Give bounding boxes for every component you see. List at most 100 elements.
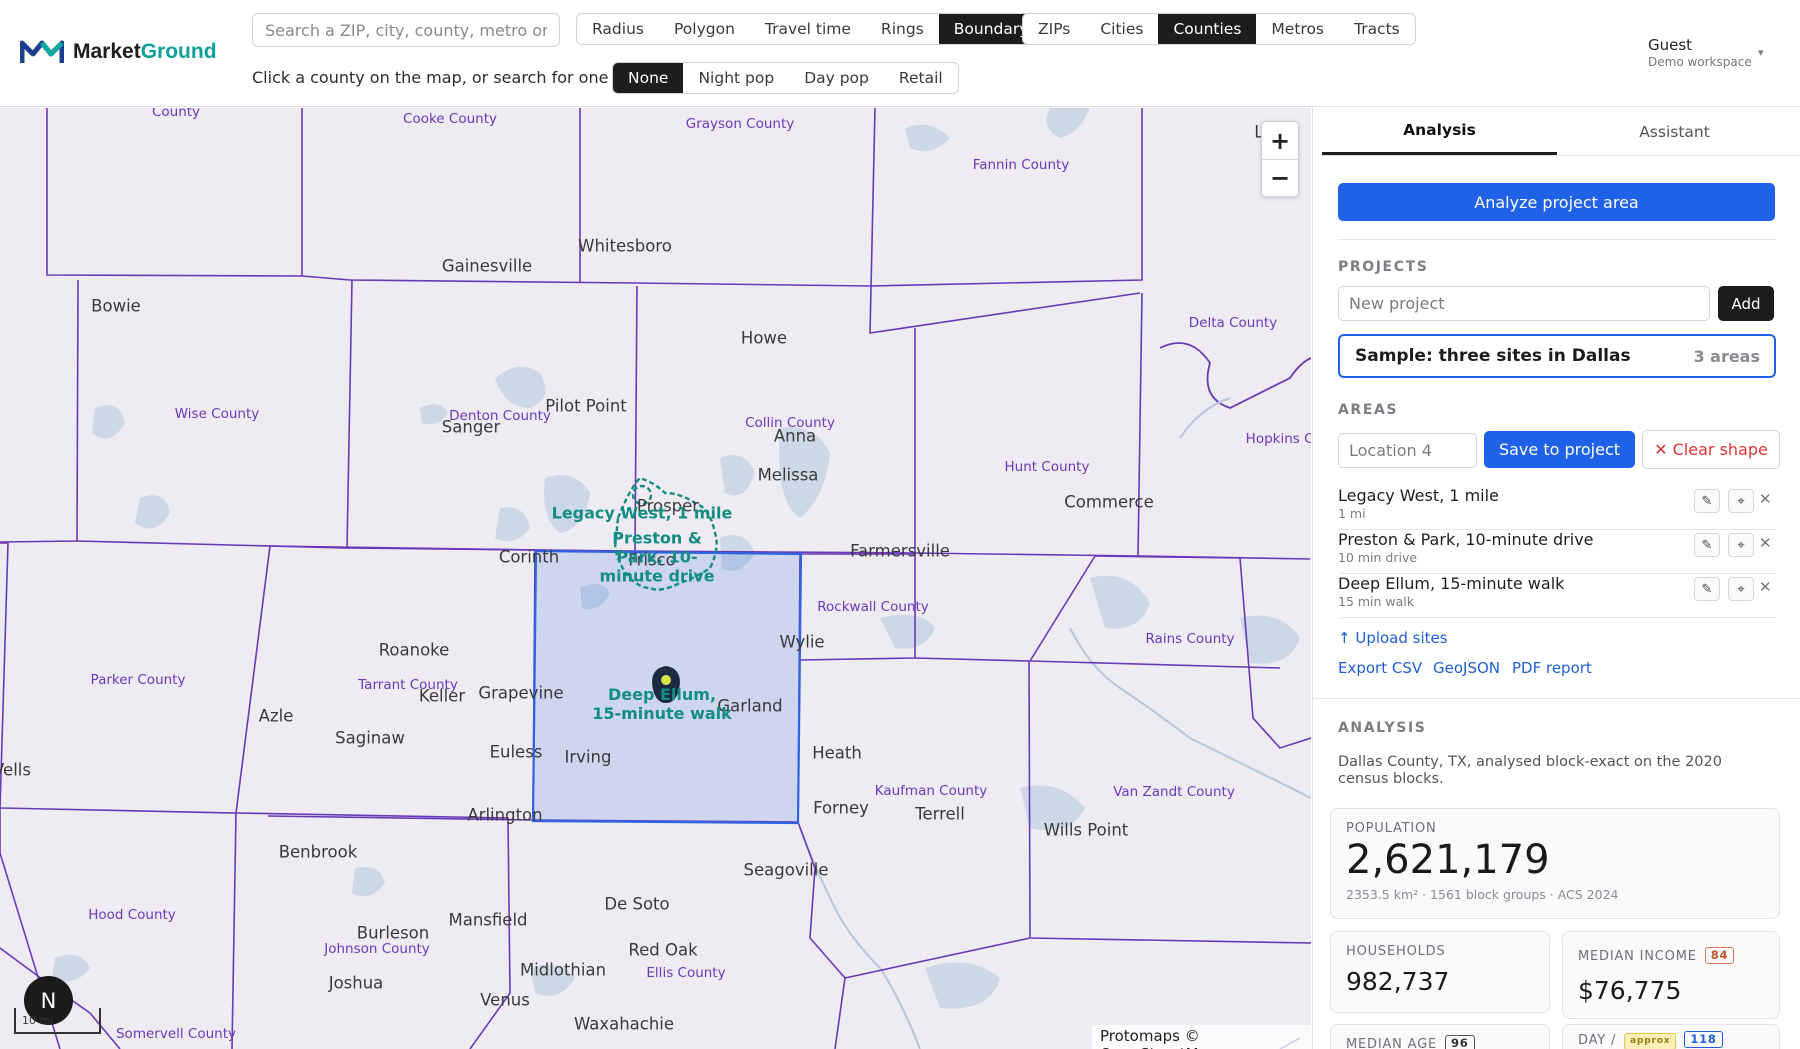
remove-area-icon[interactable]: ✕ — [1759, 534, 1772, 552]
city-label: Roanoke — [378, 640, 450, 660]
zoom-out-button[interactable]: − — [1262, 159, 1298, 196]
locate-area-icon[interactable]: ⌖ — [1728, 533, 1754, 557]
county-label[interactable]: Fannin County — [973, 157, 1070, 173]
area-list-item[interactable]: Legacy West, 1 mile 1 mi ✎ ⌖ ✕ — [1338, 486, 1776, 530]
city-label: Grapevine — [478, 683, 564, 703]
city-label: Burleson — [356, 923, 430, 943]
median-income-percentile-badge: 84 — [1704, 947, 1735, 964]
divider — [1313, 698, 1800, 699]
level-option-tracts[interactable]: Tracts — [1339, 14, 1415, 44]
households-value: 982,737 — [1346, 967, 1450, 996]
county-label[interactable]: Hopkins Cou — [1246, 431, 1311, 447]
area-list-item[interactable]: Deep Ellum, 15-minute walk 15 min walk ✎ ⌖ ✕ — [1338, 574, 1776, 618]
county-label[interactable]: Parker County — [91, 672, 186, 688]
day-pop-card: DAY / approx 118 — [1562, 1024, 1780, 1049]
edit-area-icon[interactable]: ✎ — [1694, 489, 1720, 513]
user-menu[interactable]: Guest Demo workspace ▾ — [1648, 36, 1764, 69]
overlay-option-day-pop[interactable]: Day pop — [789, 63, 884, 93]
map-canvas[interactable]: Whitesboro Gainesville Bowie Howe Sanger Pilo… — [0, 108, 1311, 1049]
place-search-input[interactable] — [252, 13, 560, 47]
city-label: Red Oak — [628, 940, 698, 960]
city-label: Farmersville — [850, 541, 950, 561]
city-label: Benbrook — [278, 842, 358, 862]
mode-option-polygon[interactable]: Polygon — [659, 14, 750, 44]
overlay-option-retail[interactable]: Retail — [884, 63, 958, 93]
export-pdf-link[interactable]: PDF report — [1512, 659, 1592, 677]
new-project-input[interactable] — [1338, 286, 1710, 321]
zoom-in-button[interactable]: + — [1262, 122, 1298, 159]
upload-sites-link[interactable]: ↑ Upload sites — [1338, 629, 1448, 647]
tab-assistant[interactable]: Assistant — [1557, 108, 1792, 155]
level-option-counties[interactable]: Counties — [1158, 14, 1257, 44]
edit-area-icon[interactable]: ✎ — [1694, 577, 1720, 601]
median-income-card: MEDIAN INCOME 84 $76,775 — [1562, 931, 1780, 1019]
median-age-card: MEDIAN AGE 96 — [1330, 1024, 1550, 1049]
mode-option-rings[interactable]: Rings — [866, 14, 939, 44]
rivers — [799, 342, 1311, 1049]
households-label: HOUSEHOLDS — [1346, 944, 1446, 959]
panel-tabs: Analysis Assistant — [1322, 108, 1800, 156]
city-label: Venus — [480, 990, 530, 1010]
overlay-selector: None Night pop Day pop Retail — [612, 62, 959, 94]
analyze-project-button[interactable]: Analyze project area — [1338, 183, 1775, 221]
area-name: Deep Ellum, 15-minute walk — [1338, 574, 1565, 593]
county-label[interactable]: Kaufman County — [875, 783, 988, 799]
county-label[interactable]: Grayson County — [686, 116, 795, 132]
remove-area-icon[interactable]: ✕ — [1759, 578, 1772, 596]
county-label[interactable]: Somervell County — [116, 1026, 236, 1042]
level-option-zips[interactable]: ZIPs — [1023, 14, 1085, 44]
county-label[interactable]: Van Zandt County — [1113, 784, 1235, 800]
county-label[interactable]: Cooke County — [403, 111, 497, 127]
project-title: Sample: three sites in Dallas — [1355, 346, 1631, 366]
city-label: Saginaw — [335, 728, 405, 748]
user-name: Guest — [1648, 36, 1693, 54]
save-to-project-button[interactable]: Save to project — [1484, 431, 1635, 468]
area-list-item[interactable]: Preston & Park, 10-minute drive 10 min dr… — [1338, 530, 1776, 574]
map-attribution[interactable]: Protomaps © OpenStreetMap — [1092, 1025, 1311, 1049]
county-label[interactable]: Ellis County — [646, 965, 725, 981]
county-label[interactable]: Rockwall County — [817, 599, 928, 615]
median-age-label: MEDIAN AGE 96 — [1346, 1035, 1475, 1049]
mode-option-radius[interactable]: Radius — [577, 14, 659, 44]
area-label-deep-ellum: Deep Ellum, 15-minute walk — [592, 685, 732, 723]
county-label[interactable]: Delta County — [1189, 315, 1277, 331]
county-label[interactable]: Rains County — [1145, 631, 1234, 647]
county-label[interactable]: Hood County — [88, 907, 176, 923]
areas-heading: AREAS — [1338, 402, 1399, 418]
export-csv-link[interactable]: Export CSV — [1338, 659, 1422, 677]
county-label[interactable]: County — [152, 108, 200, 120]
city-label: Euless — [489, 742, 543, 762]
edit-area-icon[interactable]: ✎ — [1694, 533, 1720, 557]
city-label: Howe — [740, 328, 788, 348]
county-label[interactable]: Johnson County — [324, 941, 430, 957]
county-label[interactable]: Collin County — [745, 415, 835, 431]
county-label[interactable]: Wise County — [175, 406, 260, 422]
tab-analysis[interactable]: Analysis — [1322, 108, 1557, 155]
city-label: Azle — [258, 706, 294, 726]
level-option-metros[interactable]: Metros — [1256, 14, 1339, 44]
area-subtitle: 10 min drive — [1338, 550, 1418, 565]
city-label: Wills Point — [1043, 820, 1129, 840]
county-label[interactable]: Tarrant County — [358, 677, 458, 693]
locate-area-icon[interactable]: ⌖ — [1728, 577, 1754, 601]
locate-area-icon[interactable]: ⌖ — [1728, 489, 1754, 513]
county-label[interactable]: Denton County — [449, 408, 551, 424]
add-project-button[interactable]: Add — [1718, 286, 1774, 321]
project-item[interactable]: Sample: three sites in Dallas 3 areas — [1338, 334, 1776, 378]
level-option-cities[interactable]: Cities — [1085, 14, 1158, 44]
county-label[interactable]: Hunt County — [1005, 459, 1090, 475]
city-label: Heath — [812, 743, 862, 763]
remove-area-icon[interactable]: ✕ — [1759, 490, 1772, 508]
city-label: Arlington — [467, 805, 543, 825]
overlay-option-night-pop[interactable]: Night pop — [683, 63, 789, 93]
clear-shape-button[interactable]: ✕ Clear shape — [1642, 430, 1780, 469]
mode-option-travel-time[interactable]: Travel time — [750, 14, 866, 44]
divider — [1338, 239, 1776, 240]
area-name-input[interactable] — [1338, 433, 1477, 468]
median-income-label: MEDIAN INCOME 84 — [1578, 947, 1735, 964]
brand-logo[interactable]: MarketGround — [20, 38, 217, 66]
overlay-option-none[interactable]: None — [613, 63, 684, 93]
export-geojson-link[interactable]: GeoJSON — [1433, 659, 1500, 677]
day-pop-approx-badge: approx — [1624, 1033, 1677, 1049]
city-label: Irving — [564, 747, 612, 767]
